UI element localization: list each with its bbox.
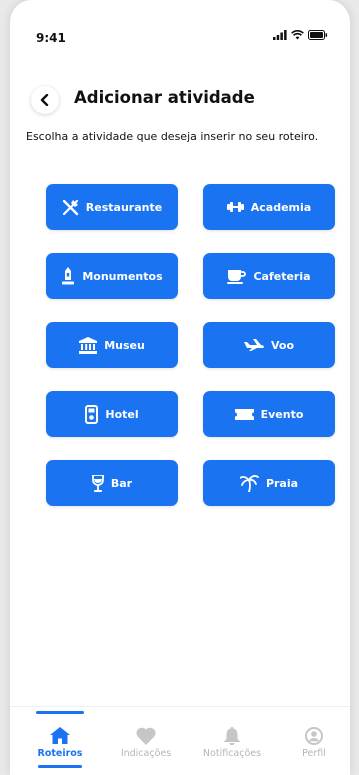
plane-icon bbox=[243, 339, 264, 351]
phone-screen: 9:41 Adicionar atividade Escolha a ativi… bbox=[10, 0, 350, 775]
activity-label: Restaurante bbox=[85, 200, 163, 214]
tab-roteiros[interactable]: Roteiros bbox=[20, 727, 100, 768]
tab-label: Notificações bbox=[202, 748, 262, 759]
activity-button-monumentos[interactable]: Monumentos bbox=[46, 253, 178, 299]
palm-tree-icon bbox=[239, 475, 259, 492]
back-button[interactable] bbox=[31, 86, 59, 114]
tab-top-indicator bbox=[36, 711, 84, 714]
monument-icon bbox=[62, 267, 75, 285]
tab-indicacoes[interactable]: Indicações bbox=[106, 727, 186, 759]
signal-icon bbox=[273, 30, 287, 40]
activity-label: Praia bbox=[265, 476, 299, 490]
chevron-left-icon bbox=[40, 94, 49, 106]
status-time: 9:41 bbox=[36, 31, 66, 45]
activity-button-praia[interactable]: Praia bbox=[203, 460, 335, 506]
page-header: Adicionar atividade bbox=[10, 84, 350, 116]
bottom-tab-bar: Roteiros Indicações Notificações Perfil bbox=[10, 706, 350, 775]
activity-label: Cafeteria bbox=[253, 269, 311, 283]
utensils-icon bbox=[62, 199, 78, 215]
heart-icon bbox=[136, 727, 156, 745]
status-icons bbox=[273, 30, 328, 40]
activity-label: Bar bbox=[110, 476, 133, 490]
tab-perfil[interactable]: Perfil bbox=[274, 727, 350, 759]
activity-button-bar[interactable]: Bar bbox=[46, 460, 178, 506]
page-title: Adicionar atividade bbox=[74, 88, 255, 107]
battery-icon bbox=[308, 30, 328, 40]
home-icon bbox=[50, 727, 70, 744]
museum-icon bbox=[79, 336, 98, 354]
activity-button-restaurante[interactable]: Restaurante bbox=[46, 184, 178, 230]
activity-button-academia[interactable]: Academia bbox=[203, 184, 335, 230]
ticket-icon bbox=[234, 408, 254, 420]
coffee-cup-icon bbox=[227, 269, 247, 284]
user-icon bbox=[305, 727, 323, 745]
activity-button-hotel[interactable]: Hotel bbox=[46, 391, 178, 437]
activity-label: Evento bbox=[260, 407, 304, 421]
activity-label: Voo bbox=[270, 338, 295, 352]
activity-button-museu[interactable]: Museu bbox=[46, 322, 178, 368]
tab-label: Roteiros bbox=[37, 748, 83, 759]
dumbbell-icon bbox=[226, 202, 244, 212]
wine-glass-icon bbox=[91, 474, 104, 492]
wifi-icon bbox=[291, 30, 304, 40]
activity-button-voo[interactable]: Voo bbox=[203, 322, 335, 368]
activity-button-cafeteria[interactable]: Cafeteria bbox=[203, 253, 335, 299]
tab-notificacoes[interactable]: Notificações bbox=[192, 727, 272, 759]
activity-label: Academia bbox=[250, 200, 312, 214]
hotel-icon bbox=[85, 404, 99, 424]
activity-label: Monumentos bbox=[82, 269, 163, 283]
tab-label: Indicações bbox=[120, 748, 172, 759]
activity-button-evento[interactable]: Evento bbox=[203, 391, 335, 437]
status-bar: 9:41 bbox=[10, 0, 350, 60]
activity-label: Hotel bbox=[105, 407, 139, 421]
active-tab-underline bbox=[38, 765, 82, 768]
page-subtitle: Escolha a atividade que deseja inserir n… bbox=[26, 130, 319, 143]
tab-label: Perfil bbox=[302, 748, 326, 759]
bell-icon bbox=[224, 727, 240, 745]
activity-label: Museu bbox=[104, 338, 145, 352]
